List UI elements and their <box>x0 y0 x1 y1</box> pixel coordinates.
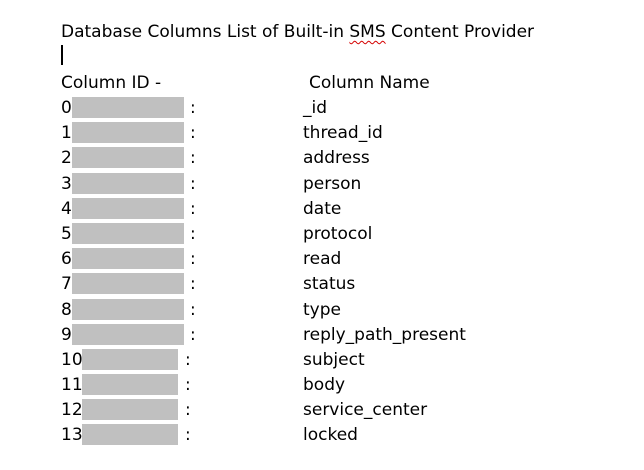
column-name: protocol <box>303 223 373 244</box>
title-text-end: Content Provider <box>385 22 535 42</box>
redaction-bar <box>72 273 184 295</box>
redaction-bar <box>72 298 184 320</box>
column-id: 6 <box>61 249 72 270</box>
redaction-bar <box>72 197 184 219</box>
redaction-bar <box>82 374 178 396</box>
separator: : <box>190 274 196 295</box>
column-id: 7 <box>61 274 72 295</box>
separator: : <box>190 123 196 144</box>
column-id: 2 <box>61 148 72 169</box>
list-item: 6 : read <box>0 247 644 272</box>
document-title: Database Columns List of Built-in SMS Co… <box>61 21 534 43</box>
column-name: thread_id <box>303 123 383 144</box>
redaction-bar <box>72 147 184 169</box>
list-item: 13 : locked <box>0 423 644 448</box>
list-item: 4 : date <box>0 197 644 222</box>
redaction-bar <box>72 323 184 345</box>
column-id: 3 <box>61 173 72 194</box>
separator: : <box>185 400 191 421</box>
separator: : <box>185 425 191 446</box>
title-text-start: Database Columns List of Built-in <box>61 22 350 42</box>
column-id: 9 <box>61 324 72 345</box>
column-name: subject <box>303 349 365 370</box>
list-item: 0 : _id <box>0 96 644 121</box>
separator: : <box>190 249 196 270</box>
text-cursor <box>61 45 63 65</box>
column-id: 10 <box>61 349 83 370</box>
separator: : <box>190 173 196 194</box>
separator: : <box>190 299 196 320</box>
separator: : <box>190 198 196 219</box>
list-item: 5 : protocol <box>0 222 644 247</box>
spellcheck-flagged-word[interactable]: SMS <box>349 22 385 42</box>
list-item: 9 : reply_path_present <box>0 323 644 348</box>
column-id: 8 <box>61 299 72 320</box>
column-name: address <box>303 148 370 169</box>
column-name: body <box>303 375 346 396</box>
column-id: 5 <box>61 223 72 244</box>
separator: : <box>185 349 191 370</box>
column-id: 11 <box>61 375 83 396</box>
column-name: date <box>303 198 342 219</box>
list-item: 7 : status <box>0 272 644 297</box>
redaction-bar <box>72 222 184 244</box>
list-item: 8 : type <box>0 298 644 323</box>
redaction-bar <box>72 122 184 144</box>
column-name: status <box>303 274 356 295</box>
column-name: _id <box>303 98 328 118</box>
column-id: 13 <box>61 425 83 446</box>
list-item: 1 : thread_id <box>0 121 644 146</box>
separator: : <box>190 98 196 118</box>
column-name: locked <box>303 425 358 446</box>
column-id-header: Column ID - <box>61 73 162 93</box>
separator: : <box>190 223 196 244</box>
column-name: service_center <box>303 400 428 421</box>
separator: : <box>190 324 196 345</box>
column-name: type <box>303 299 341 320</box>
redaction-bar <box>82 424 178 446</box>
list-item: 3 : person <box>0 172 644 197</box>
column-name-header: Column Name <box>309 73 430 93</box>
column-name: reply_path_present <box>303 324 466 345</box>
document-page[interactable]: Database Columns List of Built-in SMS Co… <box>0 0 644 470</box>
list-item: 2 : address <box>0 146 644 171</box>
list-item: 12 : service_center <box>0 398 644 423</box>
redaction-bar <box>72 97 184 118</box>
redaction-bar <box>72 248 184 270</box>
list-item: 11 : body <box>0 373 644 398</box>
column-id: 0 <box>61 98 72 118</box>
redaction-bar <box>82 399 178 421</box>
column-name: read <box>303 249 342 270</box>
column-id: 1 <box>61 123 72 144</box>
separator: : <box>190 148 196 169</box>
redaction-bar <box>72 172 184 194</box>
column-name: person <box>303 173 362 194</box>
redaction-bar <box>82 348 178 370</box>
list-item: 10 : subject <box>0 348 644 373</box>
column-id: 4 <box>61 198 72 219</box>
separator: : <box>185 375 191 396</box>
columns-list: 0 : _id 1 : thread_id 2 : address 3 : pe… <box>0 96 644 449</box>
column-id: 12 <box>61 400 83 421</box>
